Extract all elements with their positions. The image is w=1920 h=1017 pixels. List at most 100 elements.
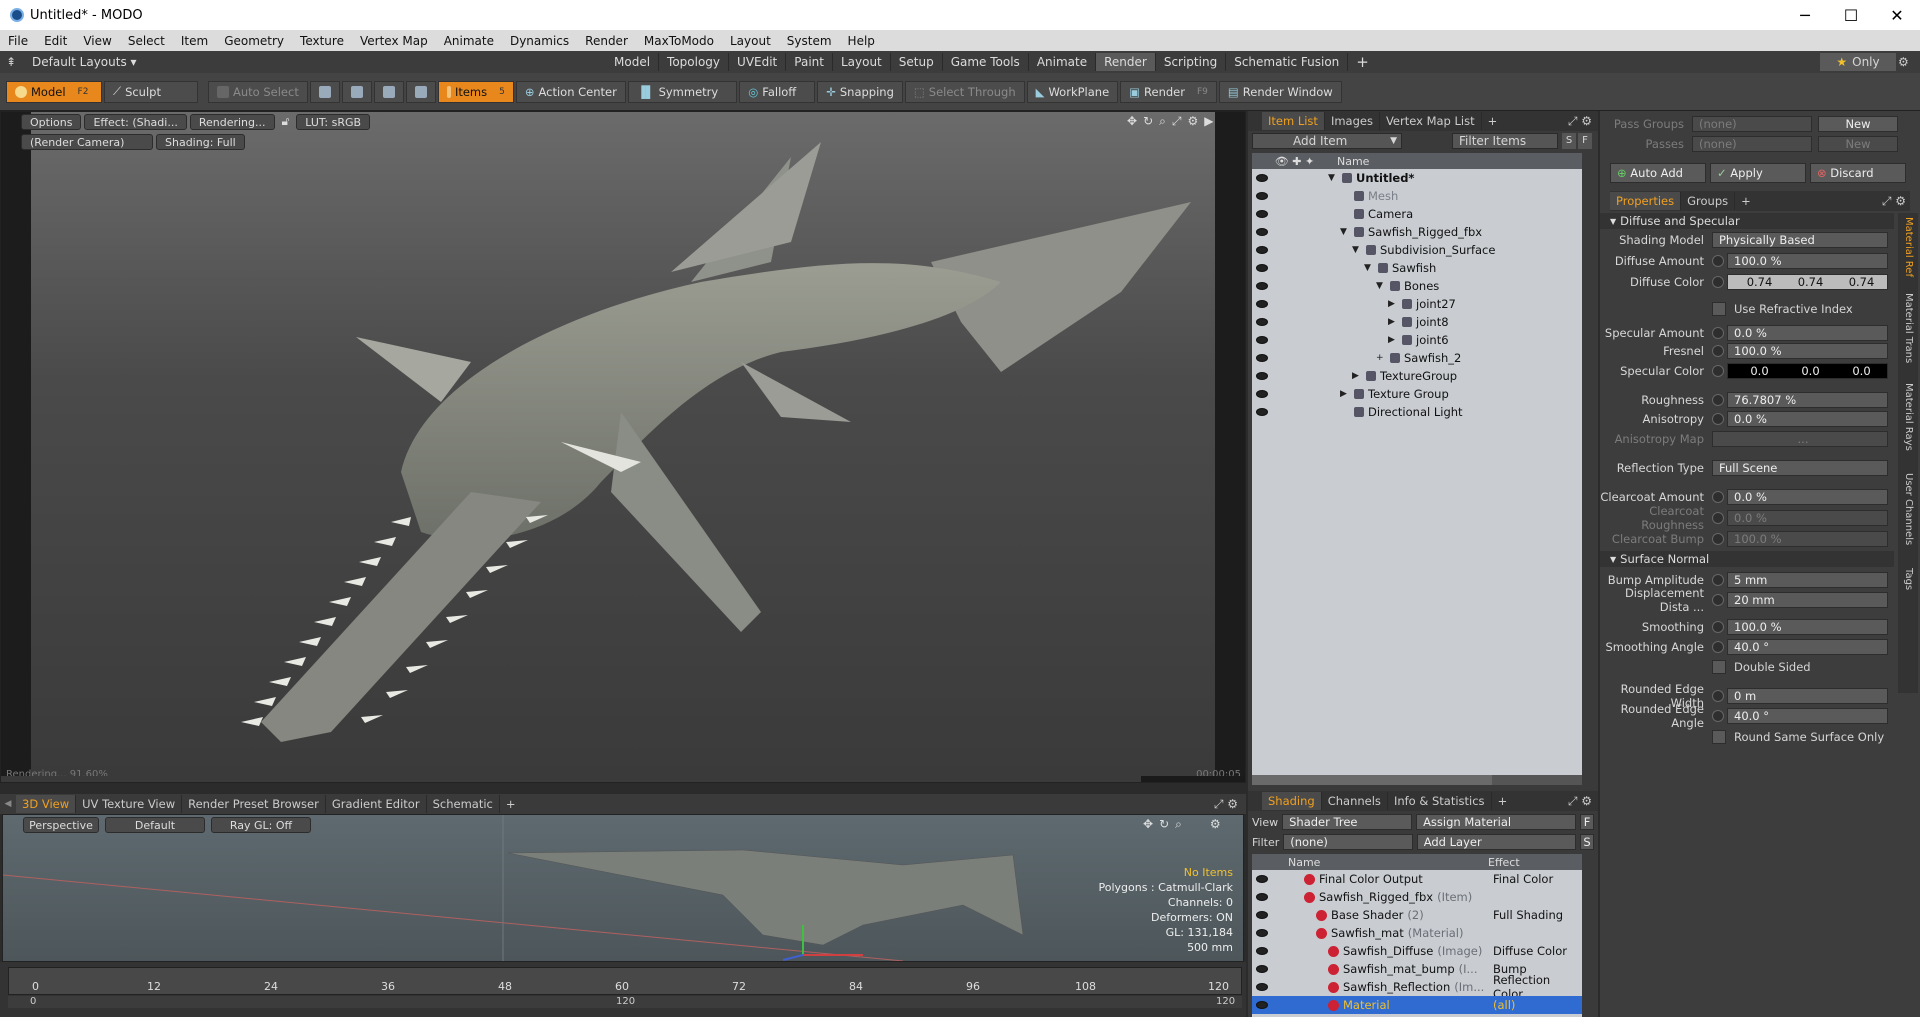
eye-icon[interactable] bbox=[1252, 408, 1272, 416]
menu-edit[interactable]: Edit bbox=[36, 34, 75, 48]
eye-icon[interactable] bbox=[1252, 1001, 1272, 1009]
item-tree-row[interactable]: ▶ TextureGroup bbox=[1252, 367, 1582, 385]
render-viewport[interactable]: Options Effect: (Shadi... Rendering... 🔓… bbox=[0, 111, 1246, 783]
tab-vertex-map-list[interactable]: Vertex Map List bbox=[1380, 112, 1482, 130]
passes-dropdown[interactable]: (none) bbox=[1692, 136, 1812, 152]
animate-dot-icon[interactable] bbox=[1712, 574, 1724, 586]
item-tree-row[interactable]: ▼ Untitled* bbox=[1252, 169, 1582, 187]
eye-icon[interactable] bbox=[1252, 875, 1272, 883]
eye-icon[interactable] bbox=[1252, 300, 1272, 308]
animate-dot-icon[interactable] bbox=[1712, 690, 1724, 702]
item-tree-row[interactable]: Camera bbox=[1252, 205, 1582, 223]
item-tree-row[interactable]: ▼ Bones bbox=[1252, 277, 1582, 295]
add-tab-button[interactable]: + bbox=[500, 795, 522, 813]
new-pass-button[interactable]: New bbox=[1818, 136, 1898, 152]
layout-tab-model[interactable]: Model bbox=[606, 53, 660, 71]
tab-info-statistics[interactable]: Info & Statistics bbox=[1388, 792, 1492, 810]
polygons-mode-button[interactable] bbox=[373, 80, 404, 103]
assign-material-button[interactable]: Assign Material bbox=[1416, 814, 1576, 830]
tab-images[interactable]: Images bbox=[1325, 112, 1380, 130]
shader-tree-row[interactable]: Material (all) bbox=[1252, 996, 1582, 1014]
maximize-button[interactable]: ☐ bbox=[1828, 0, 1874, 30]
menu-view[interactable]: View bbox=[75, 34, 119, 48]
sculpt-mode-button[interactable]: ⟋ Sculpt bbox=[104, 80, 198, 103]
animate-dot-icon[interactable] bbox=[1712, 512, 1724, 524]
fresnel-field[interactable]: 100.0 % bbox=[1727, 343, 1888, 359]
3d-view[interactable]: Perspective Default Ray GL: Off ✥ ↻ ⌕ ⚙ … bbox=[2, 814, 1244, 962]
use-refractive-checkbox[interactable] bbox=[1712, 302, 1726, 316]
tab-uv-texture-view[interactable]: UV Texture View bbox=[76, 795, 183, 813]
round-same-checkbox[interactable] bbox=[1712, 730, 1726, 744]
layout-tab-render[interactable]: Render bbox=[1096, 53, 1156, 71]
render-window-button[interactable]: ▤ Render Window bbox=[1218, 80, 1342, 103]
action-center-button[interactable]: ⊕ Action Center bbox=[515, 80, 626, 103]
eye-icon[interactable] bbox=[1252, 947, 1272, 955]
item-list-scrollbar[interactable] bbox=[1252, 775, 1582, 785]
shader-tree[interactable]: Name Effect Final Color Output Final Colo… bbox=[1252, 854, 1582, 1017]
animate-dot-icon[interactable] bbox=[1712, 394, 1724, 406]
roughness-field[interactable]: 76.7807 % bbox=[1727, 392, 1888, 408]
rounded-angle-field[interactable]: 40.0 ° bbox=[1727, 708, 1888, 724]
menu-file[interactable]: File bbox=[0, 34, 36, 48]
s-toggle[interactable]: S bbox=[1562, 133, 1576, 149]
eye-icon[interactable] bbox=[1252, 354, 1272, 362]
shader-tree-row[interactable]: Final Color Output Final Color bbox=[1252, 870, 1582, 888]
eye-icon[interactable] bbox=[1252, 318, 1272, 326]
edges-mode-button[interactable] bbox=[341, 80, 372, 103]
layout-tab-animate[interactable]: Animate bbox=[1029, 53, 1097, 71]
add-tab-button[interactable]: + bbox=[1482, 112, 1504, 130]
shader-tree-row[interactable]: Sawfish_Rigged_fbx (Item) bbox=[1252, 888, 1582, 906]
smoothing-angle-field[interactable]: 40.0 ° bbox=[1727, 639, 1888, 655]
layer-effect[interactable]: Full Shading bbox=[1487, 908, 1582, 922]
eye-icon[interactable] bbox=[1252, 174, 1272, 182]
animate-dot-icon[interactable] bbox=[1712, 641, 1724, 653]
eye-icon[interactable] bbox=[1252, 390, 1272, 398]
menu-maxtomodo[interactable]: MaxToModo bbox=[636, 34, 722, 48]
pass-groups-dropdown[interactable]: (none) bbox=[1692, 116, 1812, 132]
layout-tab-scripting[interactable]: Scripting bbox=[1156, 53, 1227, 71]
animate-dot-icon[interactable] bbox=[1712, 710, 1724, 722]
item-tree-row[interactable]: ▶ joint27 bbox=[1252, 295, 1582, 313]
displacement-field[interactable]: 20 mm bbox=[1727, 592, 1888, 608]
tab-properties[interactable]: Properties bbox=[1610, 192, 1682, 210]
item-tree-row[interactable]: Directional Light bbox=[1252, 403, 1582, 421]
section-surface-normal[interactable]: ▼ Surface Normal bbox=[1600, 551, 1894, 567]
workplane-button[interactable]: ◣ WorkPlane bbox=[1026, 80, 1119, 103]
panel-menu-icon[interactable]: ◀ bbox=[0, 799, 16, 809]
eye-icon[interactable] bbox=[1252, 210, 1272, 218]
section-diffuse-specular[interactable]: ▼ Diffuse and Specular bbox=[1600, 213, 1894, 229]
animate-dot-icon[interactable] bbox=[1712, 345, 1724, 357]
menu-dynamics[interactable]: Dynamics bbox=[502, 34, 577, 48]
expand-arrow-icon[interactable]: ▶ bbox=[1340, 389, 1354, 399]
layout-tab-uvedit[interactable]: UVEdit bbox=[729, 53, 787, 71]
lower-panel-gear-icon[interactable]: ⤢ ⚙ bbox=[1214, 797, 1246, 812]
select-through-button[interactable]: ⬚ Select Through bbox=[904, 80, 1025, 103]
layout-tab-paint[interactable]: Paint bbox=[786, 53, 833, 71]
filter-dropdown[interactable]: (none) bbox=[1283, 834, 1413, 850]
eye-icon[interactable] bbox=[1252, 336, 1272, 344]
falloff-button[interactable]: ◎ Falloff bbox=[739, 80, 816, 103]
shader-tree-row[interactable]: Sawfish_mat (Material) bbox=[1252, 924, 1582, 942]
tab-gradient-editor[interactable]: Gradient Editor bbox=[326, 795, 427, 813]
anisotropy-map-dropdown[interactable]: ... bbox=[1712, 431, 1888, 447]
layer-effect[interactable]: (all) bbox=[1487, 998, 1582, 1012]
eye-icon[interactable] bbox=[1252, 965, 1272, 973]
item-tree-row[interactable]: ▼ Subdivision_Surface bbox=[1252, 241, 1582, 259]
timeline[interactable]: 0 12 24 36 48 60 72 84 96 108 120 0 120 … bbox=[0, 962, 1246, 1017]
vertices-mode-button[interactable] bbox=[309, 80, 340, 103]
expand-arrow-icon[interactable]: ▶ bbox=[1388, 299, 1402, 309]
animate-dot-icon[interactable] bbox=[1712, 491, 1724, 503]
item-tree-row[interactable]: ▶ joint6 bbox=[1252, 331, 1582, 349]
clearcoat-bump-field[interactable]: 100.0 % bbox=[1727, 531, 1888, 547]
animate-dot-icon[interactable] bbox=[1712, 413, 1724, 425]
layout-tab-game-tools[interactable]: Game Tools bbox=[943, 53, 1029, 71]
item-tree-row[interactable]: ▶ Texture Group bbox=[1252, 385, 1582, 403]
expand-arrow-icon[interactable]: ▼ bbox=[1328, 173, 1342, 183]
animate-dot-icon[interactable] bbox=[1712, 365, 1724, 377]
only-button[interactable]: ★ Only bbox=[1820, 53, 1896, 71]
new-pass-group-button[interactable]: New bbox=[1818, 116, 1898, 132]
eye-icon[interactable] bbox=[1252, 911, 1272, 919]
add-layer-dropdown[interactable]: Add Layer bbox=[1416, 834, 1577, 850]
tab-material-trans[interactable]: Material Trans bbox=[1898, 293, 1914, 363]
layout-tab-layout[interactable]: Layout bbox=[833, 53, 891, 71]
